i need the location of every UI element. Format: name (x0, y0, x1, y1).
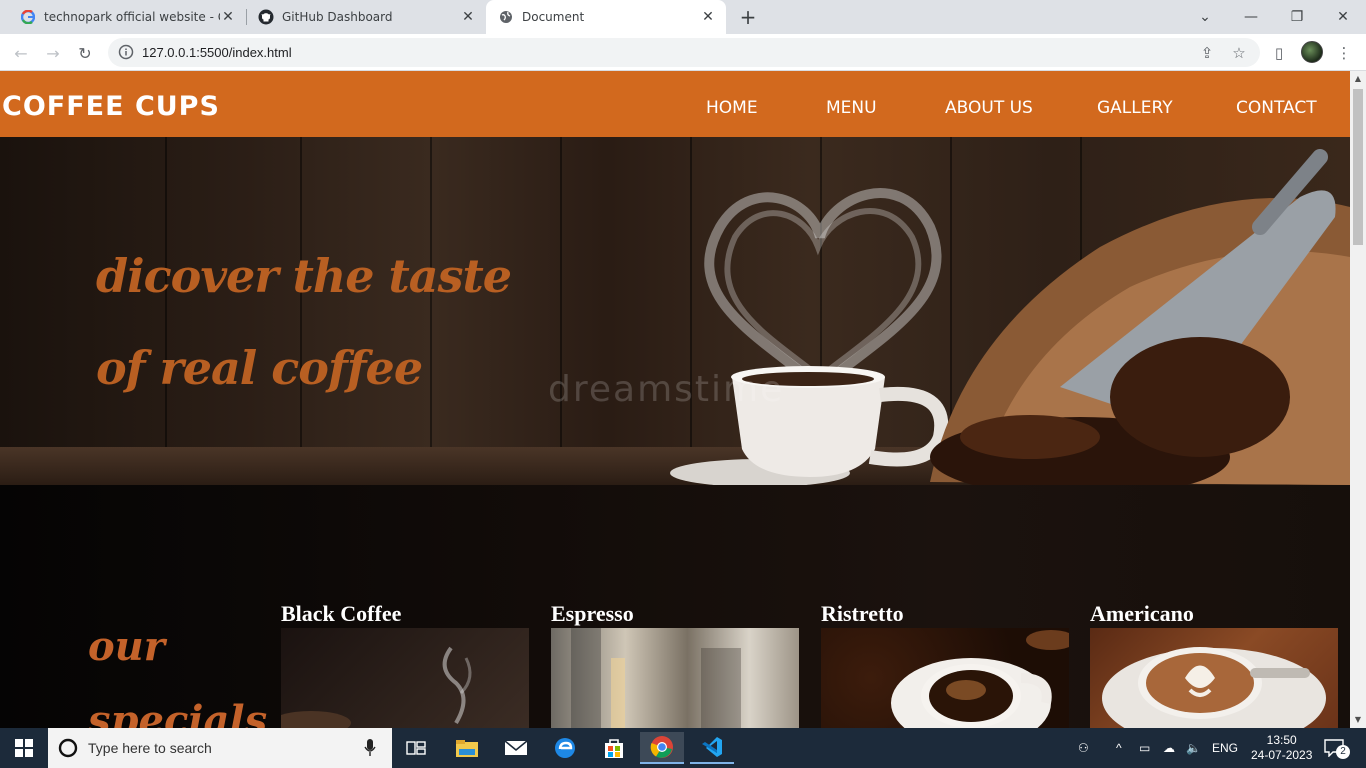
volume-icon[interactable]: 🔈 (1186, 728, 1201, 768)
clock[interactable]: 13:50 24-07-2023 (1251, 728, 1312, 768)
tab-title: Document (522, 10, 585, 24)
page-viewport: COFFEE CUPS HOME MENU ABOUT US GALLERY C… (0, 71, 1350, 728)
card-title-espresso: Espresso (551, 601, 634, 626)
nav-menu[interactable]: MENU (826, 98, 877, 118)
scroll-up-icon[interactable]: ▲ (1350, 71, 1366, 87)
tab-github[interactable]: GitHub Dashboard ✕ (238, 0, 486, 34)
site-brand[interactable]: COFFEE CUPS (2, 91, 220, 122)
tab-title: GitHub Dashboard (282, 10, 393, 24)
battery-icon[interactable]: ▭ (1139, 728, 1150, 768)
bookmark-star-icon[interactable]: ☆ (1230, 44, 1248, 62)
window-close-button[interactable]: ✕ (1320, 0, 1366, 34)
file-explorer-icon[interactable] (445, 732, 489, 764)
ristretto-image[interactable] (821, 628, 1069, 728)
microphone-icon[interactable] (364, 739, 376, 757)
specials-title-line2: specials (88, 697, 268, 728)
menu-kebab-icon[interactable]: ⋮ (1334, 43, 1354, 63)
clock-date: 24-07-2023 (1251, 748, 1313, 762)
github-icon (258, 9, 274, 25)
windows-start-icon[interactable] (0, 728, 48, 768)
globe-icon (498, 9, 514, 25)
hero-coffee-illustration (670, 149, 1350, 485)
chrome-icon[interactable] (640, 732, 684, 764)
taskbar-search-box[interactable]: Type here to search (48, 728, 392, 768)
url-text: 127.0.0.1:5500/index.html (142, 45, 292, 60)
hero-tagline-line1: dicover the taste (96, 249, 512, 303)
google-icon (20, 9, 36, 25)
vscode-icon[interactable] (690, 732, 734, 764)
tab-document[interactable]: Document ✕ (486, 0, 726, 34)
minimize-button[interactable]: — (1228, 0, 1274, 34)
side-panel-icon[interactable]: ▯ (1269, 43, 1289, 63)
specials-section: our specials Black Coffee Espresso Ristr… (0, 485, 1350, 728)
hero-tagline-line2: of real coffee (96, 341, 423, 395)
clock-time: 13:50 (1266, 733, 1297, 747)
edge-icon[interactable] (543, 732, 587, 764)
scrollbar-thumb[interactable] (1353, 89, 1363, 245)
back-icon[interactable]: ← (8, 40, 34, 66)
tab-close-icon[interactable]: ✕ (460, 9, 476, 25)
taskbar-search-placeholder: Type here to search (88, 740, 212, 756)
image-watermark: dreamstime (548, 369, 785, 410)
browser-toolbar: ← → ↻ 127.0.0.1:5500/index.html ⇪ ☆ ▯ ⋮ (0, 34, 1366, 71)
notification-center-icon[interactable]: 2 (1324, 728, 1350, 768)
forward-icon[interactable]: → (40, 40, 66, 66)
tab-technopark[interactable]: technopark official website - Goo ✕ (0, 0, 246, 34)
new-tab-button[interactable]: + (737, 6, 759, 28)
people-icon[interactable]: ⚇ (1078, 728, 1089, 768)
nav-about-us[interactable]: ABOUT US (945, 98, 1033, 118)
share-icon[interactable]: ⇪ (1198, 44, 1216, 62)
tab-search-icon[interactable]: ⌄ (1182, 0, 1228, 34)
site-header: COFFEE CUPS HOME MENU ABOUT US GALLERY C… (0, 71, 1350, 137)
page-scrollbar[interactable]: ▲ ▼ (1350, 71, 1366, 728)
reload-icon[interactable]: ↻ (72, 40, 98, 66)
tab-close-icon[interactable]: ✕ (220, 9, 236, 25)
tab-close-icon[interactable]: ✕ (700, 9, 716, 25)
black-coffee-image[interactable] (281, 628, 529, 728)
profile-avatar[interactable] (1301, 41, 1323, 63)
nav-home[interactable]: HOME (706, 98, 758, 118)
nav-gallery[interactable]: GALLERY (1097, 98, 1173, 118)
store-icon[interactable] (592, 732, 636, 764)
notification-count-badge: 2 (1336, 745, 1350, 759)
language-indicator[interactable]: ENG (1212, 728, 1238, 768)
scroll-down-icon[interactable]: ▼ (1350, 712, 1366, 728)
specials-title-line1: our (88, 623, 165, 670)
network-icon[interactable]: ☁ (1163, 728, 1175, 768)
windows-taskbar: Type here to search ⚇ ^ ▭ ☁ 🔈 ENG 13:50 … (0, 728, 1366, 768)
restore-button[interactable]: ❐ (1274, 0, 1320, 34)
address-bar[interactable]: 127.0.0.1:5500/index.html ⇪ ☆ (108, 38, 1260, 67)
card-title-ristretto: Ristretto (821, 601, 904, 626)
tab-strip: technopark official website - Goo ✕ GitH… (0, 0, 1366, 34)
tray-expand-icon[interactable]: ^ (1116, 728, 1122, 768)
card-title-black-coffee: Black Coffee (281, 601, 402, 626)
card-title-americano: Americano (1090, 601, 1194, 626)
cortana-circle-icon (58, 738, 78, 758)
site-info-icon[interactable] (118, 44, 134, 60)
nav-contact[interactable]: CONTACT (1236, 98, 1317, 118)
tab-title: technopark official website - Goo (44, 10, 220, 24)
hero-banner: dicover the taste of real coffee dreamst… (0, 137, 1350, 485)
espresso-image[interactable] (551, 628, 799, 728)
task-view-icon[interactable] (394, 732, 438, 764)
americano-image[interactable] (1090, 628, 1338, 728)
mail-icon[interactable] (494, 732, 538, 764)
